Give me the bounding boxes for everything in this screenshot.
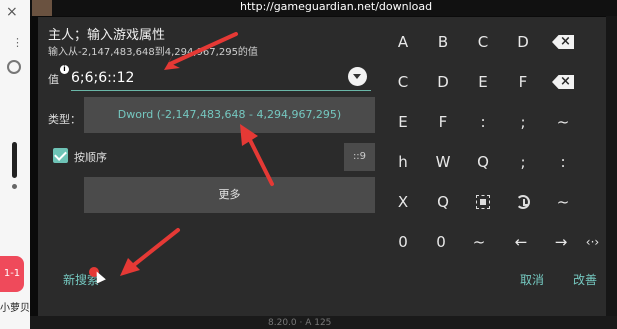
- annotation-arrows: [89, 32, 274, 277]
- arrow-to-value-shaft: [168, 32, 238, 66]
- arrow-to-type-head: [240, 124, 258, 146]
- screen: × ⋮ 1-1 小萝贝 http://gameguardian.net/down…: [0, 0, 617, 329]
- arrow-to-new-search-shaft: [128, 228, 180, 270]
